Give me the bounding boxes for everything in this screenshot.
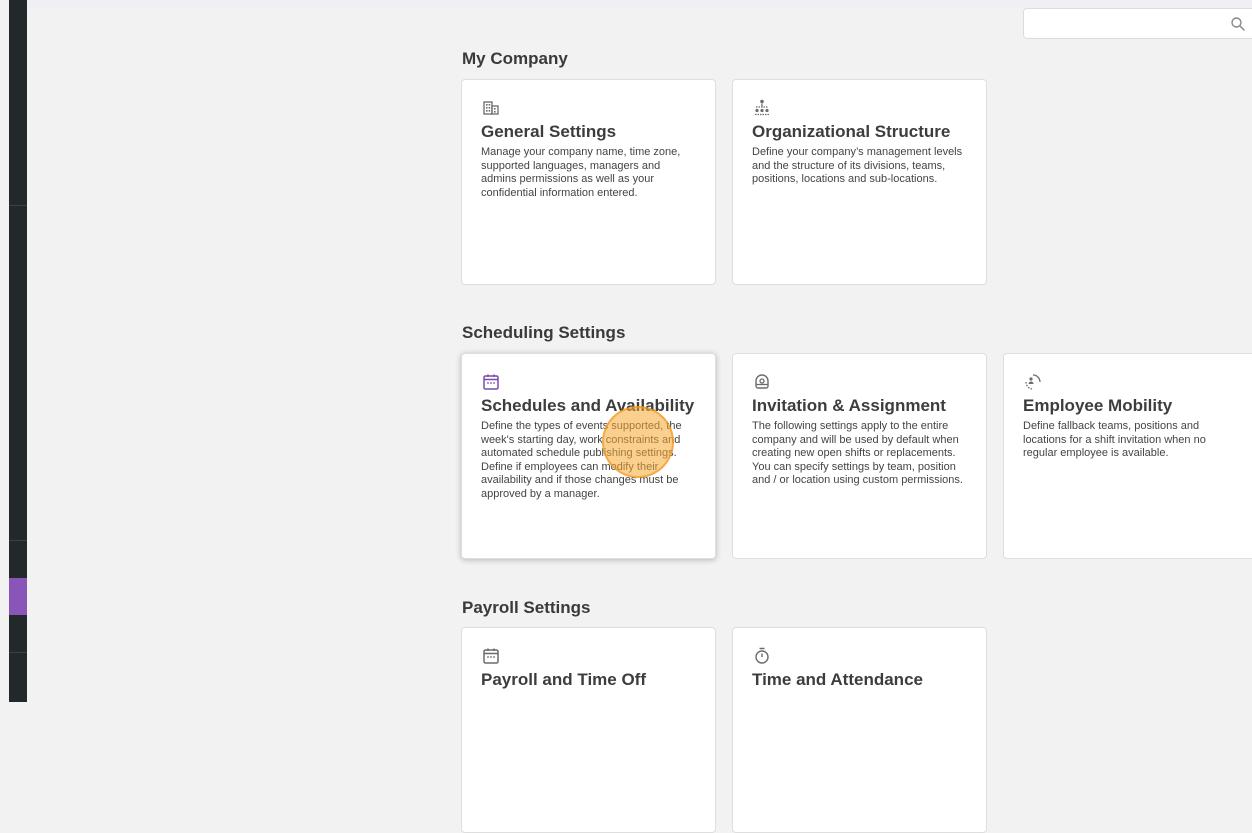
sidebar-divider (9, 540, 27, 541)
card-title: Organizational Structure (752, 122, 951, 141)
card-general-settings[interactable]: General Settings Manage your company nam… (461, 79, 716, 285)
card-organizational-structure[interactable]: Organizational Structure Define your com… (732, 79, 987, 285)
card-title: Employee Mobility (1023, 396, 1173, 415)
calendar-icon (483, 374, 499, 390)
sidebar-divider (9, 652, 27, 653)
top-strip (27, 0, 1252, 8)
card-description: Manage your company name, time zone, sup… (481, 146, 681, 199)
card-title: Time and Attendance (752, 670, 923, 689)
building-icon (483, 101, 499, 115)
sidebar-divider (9, 205, 27, 206)
search-input[interactable] (1023, 8, 1252, 39)
card-description: The following settings apply to the enti… (752, 420, 963, 486)
card-payroll-and-time-off[interactable]: Payroll and Time Off (461, 627, 716, 833)
card-description: Define fallback teams, positions and loc… (1023, 420, 1206, 459)
card-title: Schedules and Availability (481, 396, 695, 415)
mobility-icon (1025, 374, 1041, 390)
card-schedules-and-availability[interactable]: Schedules and Availability Define the ty… (461, 353, 716, 559)
stopwatch-icon (755, 647, 769, 664)
org-chart-icon (755, 99, 769, 116)
card-title: Invitation & Assignment (752, 396, 946, 415)
section-title-scheduling-settings: Scheduling Settings (462, 323, 626, 342)
card-time-and-attendance[interactable]: Time and Attendance (732, 627, 987, 833)
card-employee-mobility[interactable]: Employee Mobility Define fallback teams,… (1003, 353, 1252, 559)
card-invitation-and-assignment[interactable]: Invitation & Assignment The following se… (732, 353, 987, 559)
sidebar (9, 0, 27, 702)
section-title-my-company: My Company (462, 49, 568, 68)
search-icon[interactable] (1230, 16, 1246, 32)
assignment-icon (755, 374, 769, 389)
card-title: General Settings (481, 122, 617, 141)
card-description: Define the types of events supported, th… (481, 420, 682, 500)
sidebar-item-settings[interactable] (9, 578, 27, 615)
card-title: Payroll and Time Off (481, 670, 647, 689)
calendar-icon (483, 648, 499, 664)
section-title-payroll-settings: Payroll Settings (462, 598, 591, 617)
card-description: Define your company’s management levels … (752, 146, 963, 185)
